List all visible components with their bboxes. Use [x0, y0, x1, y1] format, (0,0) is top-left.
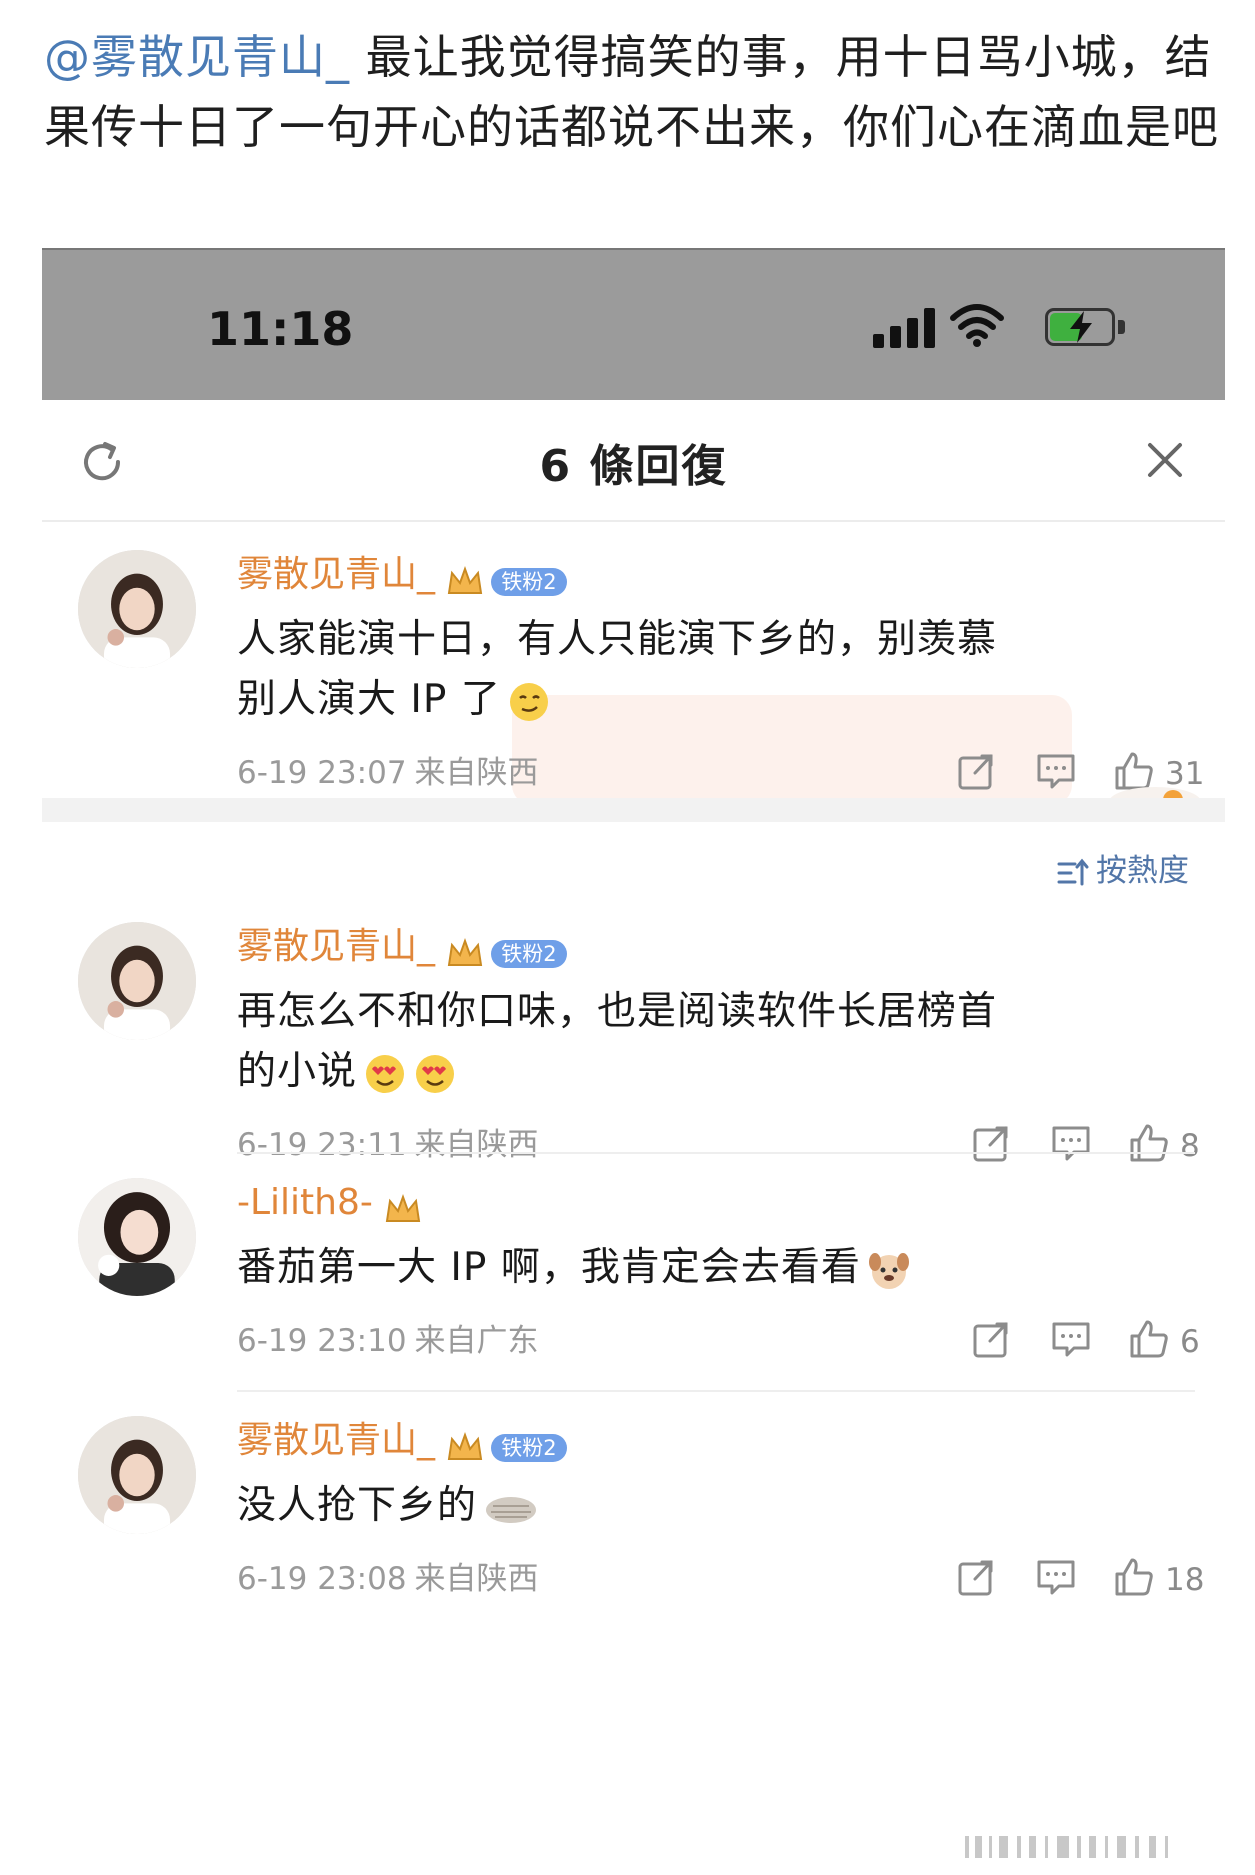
reply-item[interactable]: 雾散见青山_ 铁粉2 没人抢下乡的 6-19 23:08 来自陕西 18: [42, 1416, 1225, 1616]
sheet-header: 6 條回復: [42, 400, 1225, 522]
fan-level-badge: 铁粉2: [491, 939, 567, 968]
comment-text-content: 人家能演十日，有人只能演下乡的，别羡慕别人演大 IP 了: [237, 617, 998, 722]
avatar[interactable]: [78, 922, 196, 1040]
like-count: 8: [1180, 1128, 1200, 1164]
crown-badge-icon: [447, 565, 483, 594]
wifi-icon: [950, 304, 1004, 347]
comment-user-row: 雾散见青山_ 铁粉2: [237, 550, 1195, 600]
root-comment[interactable]: 雾散见青山_ 铁粉2 人家能演十日，有人只能演下乡的，别羡慕别人演大 IP 了 …: [42, 550, 1225, 792]
comment-meta: 6-19 23:07 来自陕西 31: [237, 748, 1204, 798]
heart-eyes-emoji-icon: [416, 1054, 455, 1093]
comment-username[interactable]: -Lilith8-: [237, 1182, 373, 1223]
comment-meta: 6-19 23:08 来自陕西 18: [237, 1554, 1204, 1604]
heart-eyes-emoji-icon: [366, 1054, 405, 1093]
comment-icon[interactable]: [1035, 750, 1077, 792]
comment-time: 6-19 23:10: [237, 1323, 407, 1359]
avatar[interactable]: [78, 1416, 196, 1534]
sheet-title: 6 條回復: [539, 441, 728, 492]
like-icon[interactable]: [1113, 1556, 1155, 1598]
comment-text: 再怎么不和你口味，也是阅读软件长居榜首的小说: [237, 982, 1027, 1102]
smirk-emoji-icon: [509, 682, 548, 721]
reply-divider: [237, 1390, 1195, 1392]
comment-text-content: 再怎么不和你口味，也是阅读软件长居榜首的小说: [237, 989, 998, 1094]
fan-level-badge: 铁粉2: [491, 1433, 567, 1462]
cellular-signal-icon: [873, 308, 935, 348]
sort-label: 按熱度: [1096, 853, 1189, 889]
post-caption: @雾散见青山_ 最让我觉得搞笑的事，用十日骂小城，结果传十日了一句开心的话都说不…: [44, 22, 1224, 162]
dog-emoji-icon: [868, 1252, 909, 1289]
pancake-emoji-icon: [486, 1496, 537, 1523]
comment-user-row: -Lilith8-: [237, 1178, 1195, 1228]
comment-text: 番茄第一大 IP 啊，我肯定会去看看: [237, 1238, 1027, 1298]
charging-bolt-icon: [1070, 311, 1092, 343]
comment-actions: 8: [970, 1122, 1200, 1168]
reply-item[interactable]: -Lilith8- 番茄第一大 IP 啊，我肯定会去看看 6-19 23:10 来…: [42, 1178, 1225, 1378]
fan-level-badge: 铁粉2: [491, 567, 567, 596]
comment-icon[interactable]: [1035, 1556, 1077, 1598]
comment-location: 来自陕西: [414, 755, 539, 791]
user-mention-link[interactable]: @雾散见青山_: [44, 30, 350, 84]
like-icon[interactable]: [1128, 1318, 1170, 1360]
avatar[interactable]: [78, 550, 196, 668]
like-count: 18: [1165, 1562, 1205, 1598]
comment-actions: 6: [970, 1318, 1200, 1364]
comment-username[interactable]: 雾散见青山_: [237, 926, 435, 967]
embedded-screenshot: 11:18 6 條回復 雾散见青山_ 铁粉2 人家能演十日，有人只能演下乡的，别…: [42, 248, 1225, 1870]
comment-location: 来自广东: [414, 1323, 539, 1359]
comment-username[interactable]: 雾散见青山_: [237, 554, 435, 595]
status-icons: [865, 302, 1125, 350]
reply-item[interactable]: 雾散见青山_ 铁粉2 再怎么不和你口味，也是阅读软件长居榜首的小说 6-19 2…: [42, 922, 1225, 1164]
comment-text: 人家能演十日，有人只能演下乡的，别羡慕别人演大 IP 了: [237, 610, 1027, 730]
comment-meta: 6-19 23:10 来自广东 6: [237, 1316, 1200, 1366]
close-icon[interactable]: [1141, 436, 1189, 484]
crown-badge-icon: [385, 1193, 421, 1222]
status-time: 11:18: [207, 302, 354, 356]
comment-meta: 6-19 23:11 来自陕西 8: [237, 1120, 1200, 1170]
share-icon[interactable]: [955, 750, 997, 792]
comment-actions: 18: [955, 1556, 1204, 1602]
share-icon[interactable]: [970, 1122, 1012, 1164]
comment-text: 没人抢下乡的: [237, 1476, 1027, 1536]
like-icon[interactable]: [1128, 1122, 1170, 1164]
comment-text-content: 没人抢下乡的: [237, 1483, 478, 1528]
comment-time: 6-19 23:08: [237, 1561, 407, 1597]
battery-icon: [1045, 308, 1125, 346]
comment-user-row: 雾散见青山_ 铁粉2: [237, 1416, 1195, 1466]
reply-divider: [237, 1152, 1195, 1154]
share-icon[interactable]: [970, 1318, 1012, 1360]
comment-location: 来自陕西: [414, 1127, 539, 1163]
comment-time: 6-19 23:11: [237, 1127, 407, 1163]
status-bar: 11:18: [42, 250, 1225, 400]
comment-location: 来自陕西: [414, 1561, 539, 1597]
comment-icon[interactable]: [1050, 1318, 1092, 1360]
crown-badge-icon: [447, 1431, 483, 1460]
sort-by-popularity[interactable]: 按熱度: [1056, 846, 1189, 896]
comment-icon[interactable]: [1050, 1122, 1092, 1164]
sort-icon: [1057, 858, 1089, 885]
crown-badge-icon: [447, 937, 483, 966]
replies-sheet: 6 條回復 雾散见青山_ 铁粉2 人家能演十日，有人只能演下乡的，别羡慕别人演大…: [42, 400, 1225, 1870]
comment-user-row: 雾散见青山_ 铁粉2: [237, 922, 1195, 972]
comment-text-content: 番茄第一大 IP 啊，我肯定会去看看: [237, 1245, 861, 1290]
share-icon[interactable]: [955, 1556, 997, 1598]
comment-time: 6-19 23:07: [237, 755, 407, 791]
watermark-strip: [965, 1836, 1168, 1858]
section-separator: [42, 798, 1225, 822]
like-count: 6: [1180, 1324, 1200, 1360]
avatar[interactable]: [78, 1178, 196, 1296]
comment-username[interactable]: 雾散见青山_: [237, 1420, 435, 1461]
